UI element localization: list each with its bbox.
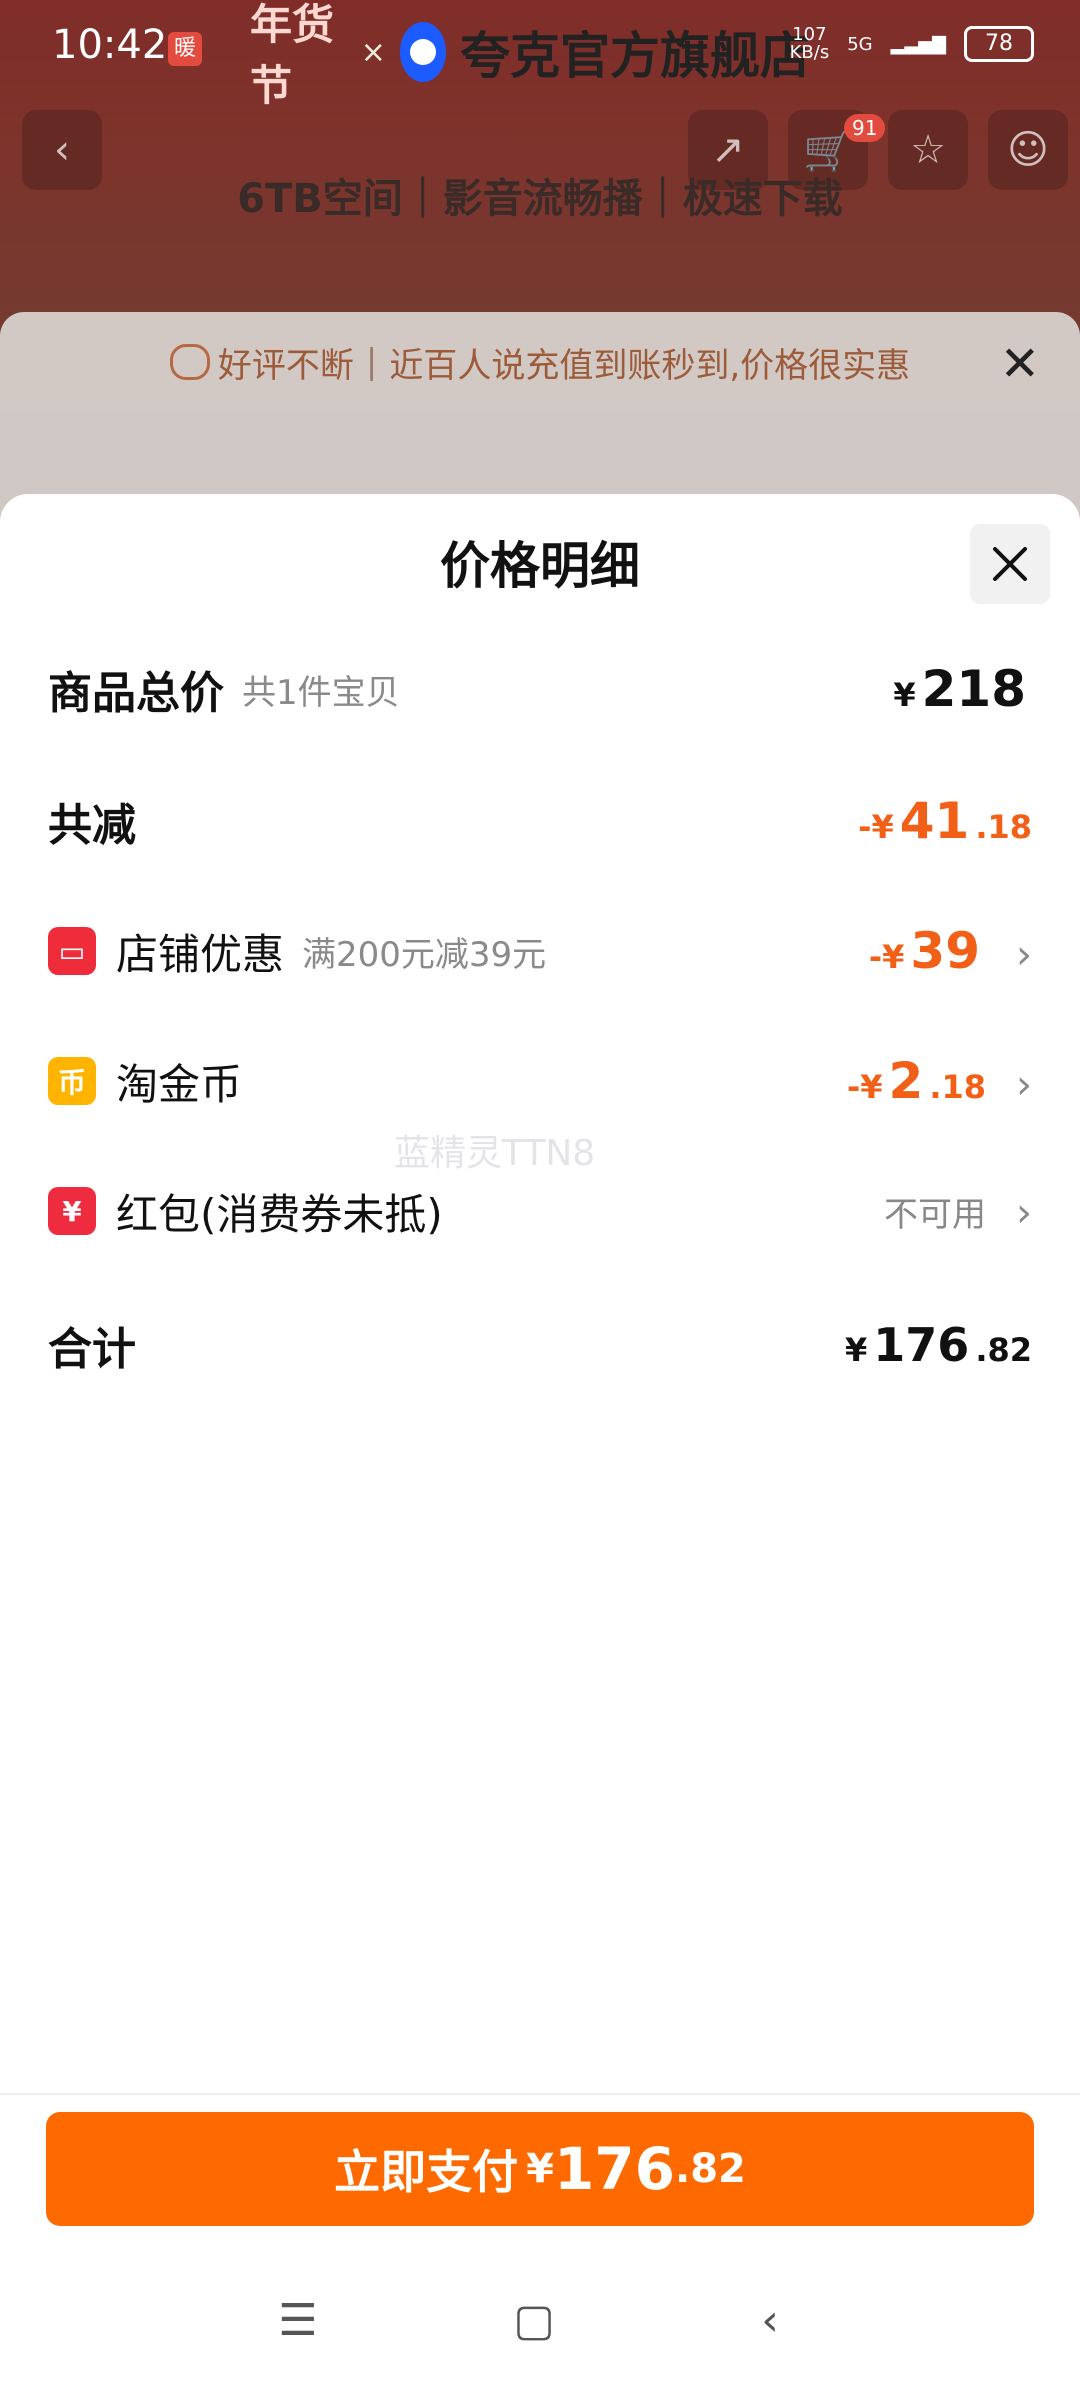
price-row-store-discount[interactable]: ▭ 店铺优惠 满200元减39元 -¥ 39 › [48, 906, 1032, 996]
status-bar: 10:42 暖 年货节 × 夸克官方旗舰店 107 KB/s 5G ▂▃▅▇ 7… [0, 0, 1080, 110]
row-label: 合计 [48, 1324, 136, 1375]
system-back-button[interactable]: ‹ [730, 2280, 810, 2360]
notice-divider: | [365, 342, 378, 382]
pay-now-button[interactable]: 立即支付 ¥ 176 .82 [46, 2112, 1034, 2226]
footer-divider [0, 2093, 1080, 2095]
chevron-right-icon: › [1016, 1189, 1032, 1236]
net-speed: 107 KB/s [789, 24, 830, 63]
row-label: 店铺优惠 [116, 929, 285, 979]
pay-yen: ¥ [526, 2146, 554, 2192]
coin-icon: 币 [48, 1057, 96, 1105]
chat-bubble-icon [169, 344, 210, 380]
banner-separator: × [360, 34, 386, 70]
row-amount: ¥ 218 [893, 660, 1026, 718]
row-amount: -¥ 41 .18 [858, 792, 1032, 850]
menu-button[interactable]: ☰ [258, 2280, 338, 2360]
row-label: 商品总价 [48, 668, 224, 719]
row-amount: ¥ 176 .82 [845, 1318, 1032, 1372]
product-headline: 6TB空间｜影音流畅播｜极速下载 [237, 176, 843, 222]
store-icon: ▭ [48, 927, 96, 975]
notice-close-icon[interactable]: ✕ [1000, 336, 1040, 392]
status-indicators: 107 KB/s 5G ▂▃▅▇ 78 [790, 26, 1034, 62]
system-navigation-bar: ☰ ▢ ‹ [0, 2280, 1080, 2380]
battery-icon: 78 [964, 26, 1034, 62]
row-amount: -¥ 2 .18 › [846, 1052, 1032, 1110]
close-icon [993, 547, 1027, 581]
signal-label: 5G [847, 33, 873, 55]
store-banner: 年货节 × 夸克官方旗舰店 [250, 0, 810, 110]
row-status: 不可用 › [884, 1189, 1032, 1236]
row-sub: 满200元减39元 [302, 934, 547, 975]
row-sub: 共1件宝贝 [242, 672, 400, 713]
sheet-close-button[interactable] [970, 524, 1050, 604]
watermark: 蓝精灵TTN8 [394, 1133, 596, 1174]
red-packet-icon: ¥ [48, 1187, 96, 1235]
sheet-title: 价格明细 [440, 537, 640, 595]
menu-icon: ☰ [278, 2294, 318, 2346]
notice-text: 近百人说充值到账秒到,价格很实惠 [389, 345, 911, 386]
price-row-total-goods: 商品总价 共1件宝贝 ¥ 218 [48, 644, 1032, 734]
cart-count-badge: 91 [844, 114, 886, 142]
row-label: 共减 [48, 800, 136, 851]
home-button[interactable]: ▢ [494, 2280, 574, 2360]
row-label: 红包(消费券未抵) [116, 1189, 443, 1239]
signal-bars-icon: ▂▃▅▇ [890, 33, 946, 55]
price-row-total-discount: 共减 -¥ 41 .18 [48, 776, 1032, 866]
pay-amount-dec: .82 [675, 2146, 746, 2192]
chevron-right-icon: › [1016, 932, 1032, 978]
row-label: 淘金币 [116, 1059, 243, 1109]
notice-bar: 好评不断 | 近百人说充值到账秒到,价格很实惠 ✕ [0, 312, 1080, 412]
quark-logo-icon [399, 22, 446, 82]
price-row-total: 合计 ¥ 176 .82 [48, 1300, 1032, 1390]
chevron-right-icon: › [1016, 1062, 1032, 1108]
home-square-icon: ▢ [513, 2294, 555, 2346]
row-amount: -¥ 39 › [868, 922, 1032, 980]
price-row-taojinbi[interactable]: 币 淘金币 -¥ 2 .18 › [48, 1036, 1032, 1126]
status-badge: 暖 [168, 32, 202, 66]
store-name: 夸克官方旗舰店 [460, 27, 810, 85]
pay-amount-int: 176 [553, 2135, 676, 2203]
pay-label: 立即支付 [334, 2145, 519, 2199]
notice-highlight: 好评不断 [217, 345, 354, 386]
price-row-red-packet[interactable]: ¥ 红包(消费券未抵) 不可用 › [48, 1166, 1032, 1256]
back-chevron-icon: ‹ [761, 2294, 779, 2346]
status-time: 10:42 [52, 22, 168, 68]
festival-label: 年货节 [250, 0, 335, 110]
